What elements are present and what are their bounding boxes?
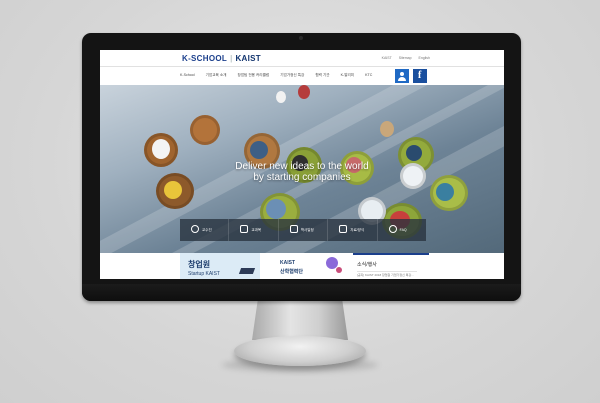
chat-icon	[388, 225, 397, 233]
quick-item-faq[interactable]: FAQ	[378, 219, 426, 241]
industry-card-line-1: KAIST	[280, 260, 295, 266]
startup-card-title: 창업원	[188, 260, 211, 269]
top-link-kaist[interactable]: KAIST	[382, 56, 392, 60]
nav-item-notice[interactable]: K-알리미	[341, 73, 355, 78]
nav-menu: K-School 기업교육 소개 창업팀 전용 커리큘럼 기업가정신 특강 협력…	[180, 73, 383, 78]
nav-item-curriculum[interactable]: 창업팀 전용 커리큘럼	[237, 73, 269, 78]
top-link-sitemap[interactable]: Sitemap	[399, 56, 412, 60]
top-link-english[interactable]: English	[419, 56, 430, 60]
website-screen: K-SCHOOL | KAIST KAIST Sitemap English K-S…	[100, 50, 504, 279]
monitor-chin	[82, 284, 521, 301]
person	[406, 145, 422, 161]
quick-label: FAQ	[399, 228, 407, 232]
industry-cooperation-card[interactable]: KAIST 산학협력단	[272, 253, 344, 279]
quick-menu: 교수진 교과목 학사일정 자료/양식 FAQ	[180, 219, 426, 241]
person	[436, 183, 454, 201]
calendar-icon	[289, 225, 298, 233]
nav-item-partners[interactable]: 협력 기관	[315, 73, 329, 78]
person	[380, 121, 394, 137]
person	[276, 91, 286, 103]
user-login-button[interactable]	[395, 69, 409, 83]
quick-item-schedule[interactable]: 학사일정	[279, 219, 329, 241]
monitor-stand-neck	[252, 300, 348, 340]
document-icon	[339, 225, 348, 233]
hero-line-1: Deliver new ideas to the world	[235, 161, 369, 172]
person-icon	[191, 225, 199, 233]
quick-label: 학사일정	[300, 228, 314, 232]
person	[266, 199, 286, 219]
hero-line-2: by starting companies	[253, 172, 351, 183]
facebook-icon: f	[418, 70, 422, 81]
industry-card-line-2: 산학협력단	[280, 269, 304, 275]
logo-separator: |	[230, 54, 233, 63]
news-item[interactable]: [공지] KAIST 2018 창업원 기업가정신 특강...	[357, 273, 414, 277]
utility-links: KAIST Sitemap English	[376, 56, 430, 60]
news-card-title: 소식/행사	[357, 262, 377, 268]
quick-item-courses[interactable]: 교과목	[229, 219, 279, 241]
nav-item-kschool[interactable]: K-School	[180, 73, 195, 78]
top-bar: K-SCHOOL | KAIST KAIST Sitemap English	[100, 50, 504, 67]
person	[250, 141, 268, 159]
logo-kschool: K-SCHOOL	[182, 54, 228, 63]
divider	[357, 271, 417, 272]
news-events-card[interactable]: 소식/행사 [공지] KAIST 2018 창업원 기업가정신 특강...	[353, 253, 429, 279]
camera-icon	[299, 36, 303, 40]
nav-item-lecture[interactable]: 기업가정신 특강	[280, 73, 304, 78]
chair	[190, 115, 220, 145]
quick-item-documents[interactable]: 자료/양식	[328, 219, 378, 241]
quick-item-faculty[interactable]: 교수진	[180, 219, 230, 241]
quick-label: 교과목	[251, 228, 262, 232]
nav-item-ktc[interactable]: KTC	[365, 73, 372, 78]
hero-headline: Deliver new ideas to the world by starti…	[100, 161, 504, 183]
site-logo[interactable]: K-SCHOOL | KAIST	[182, 54, 261, 63]
quick-label: 자료/양식	[350, 228, 365, 232]
logo-kaist: KAIST	[235, 54, 261, 63]
facebook-button[interactable]: f	[413, 69, 427, 83]
decoration-dot	[336, 267, 342, 273]
graduation-cap-icon	[238, 268, 256, 274]
person	[298, 85, 310, 99]
person	[164, 181, 182, 199]
monitor-stand-base	[234, 336, 366, 366]
nav-item-education[interactable]: 기업교육 소개	[206, 73, 227, 78]
quick-label: 교수진	[202, 228, 212, 232]
startup-card-subtitle: Startup KAIST	[188, 271, 220, 277]
main-nav: K-School 기업교육 소개 창업팀 전용 커리큘럼 기업가정신 특강 협력…	[100, 67, 504, 85]
person	[152, 139, 170, 159]
startup-kaist-card[interactable]: 창업원 Startup KAIST	[180, 253, 260, 279]
book-icon	[240, 225, 249, 233]
